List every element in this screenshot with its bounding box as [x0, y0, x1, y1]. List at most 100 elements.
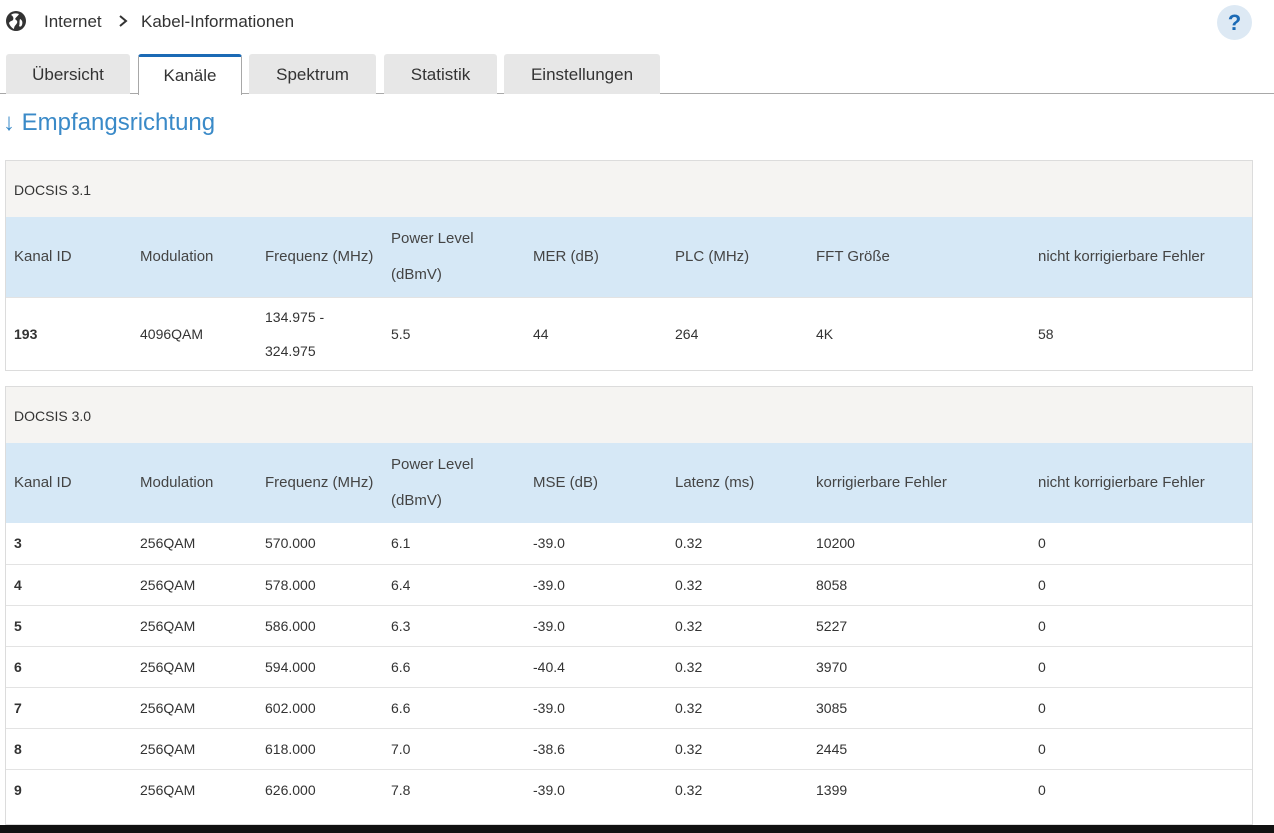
- cell-frequenz: 602.000: [265, 700, 316, 716]
- header-modulation: Modulation: [140, 248, 214, 265]
- globe-icon: [6, 11, 26, 31]
- cell-modulation: 256QAM: [140, 741, 196, 757]
- tab-spektrum[interactable]: Spektrum: [249, 54, 376, 94]
- table-header: Kanal ID Modulation Frequenz (MHz) Power…: [6, 443, 1252, 523]
- table-header: Kanal ID Modulation Frequenz (MHz) Power…: [6, 217, 1252, 297]
- docsis30-title: DOCSIS 3.0: [6, 386, 1252, 443]
- table-body: 3 256QAM 570.000 6.1 -39.0 0.32 10200 0 4 256QAM 5…: [6, 523, 1252, 810]
- cell-power: 6.1: [391, 535, 411, 551]
- header-power-line2: (dBmV): [391, 266, 442, 283]
- header-power-line1: Power Level: [391, 230, 474, 247]
- table-row: 4 256QAM 578.000 6.4 -39.0 0.32 8058 0: [6, 564, 1252, 605]
- cell-power: 6.6: [391, 700, 411, 716]
- header-frequenz: Frequenz (MHz): [265, 474, 374, 491]
- header-fft: FFT Größe: [816, 248, 890, 265]
- cell-nicht-korrigierbare-fehler: 0: [1038, 741, 1046, 757]
- table-row: 9 256QAM 626.000 7.8 -39.0 0.32 1399 0: [6, 769, 1252, 810]
- cell-mse: -39.0: [533, 700, 565, 716]
- cell-korrigierbare-fehler: 10200: [816, 535, 855, 551]
- cell-modulation: 256QAM: [140, 700, 196, 716]
- breadcrumb-current: Kabel-Informationen: [141, 12, 295, 31]
- cell-power: 6.4: [391, 577, 411, 593]
- cell-modulation: 256QAM: [140, 535, 196, 551]
- header-modulation: Modulation: [140, 474, 214, 491]
- cell-mse: -39.0: [533, 782, 565, 798]
- cell-power: 5.5: [391, 326, 411, 342]
- table-row: 7 256QAM 602.000 6.6 -39.0 0.32 3085 0: [6, 687, 1252, 728]
- cell-korrigierbare-fehler: 3085: [816, 700, 848, 716]
- cell-latenz: 0.32: [675, 782, 703, 798]
- header-power-line1: Power Level: [391, 456, 474, 473]
- header-power-level: Power Level (dBmV): [391, 447, 474, 519]
- cell-latenz: 0.32: [675, 700, 703, 716]
- cell-korrigierbare-fehler: 3970: [816, 659, 848, 675]
- cell-fft: 4K: [816, 326, 834, 342]
- cell-frequenz-line2: 324.975: [265, 343, 316, 359]
- tab-statistik[interactable]: Statistik: [384, 54, 497, 94]
- table-row: 8 256QAM 618.000 7.0 -38.6 0.32 2445 0: [6, 728, 1252, 769]
- cell-mer: 44: [533, 326, 549, 342]
- bottom-edge-bar: [0, 825, 1274, 833]
- cell-frequenz: 626.000: [265, 782, 316, 798]
- header-power-line2: (dBmV): [391, 492, 442, 509]
- cell-kanal-id: 7: [14, 700, 22, 716]
- header-mse: MSE (dB): [533, 474, 599, 491]
- cell-mse: -39.0: [533, 577, 565, 593]
- cell-kanal-id: 6: [14, 659, 22, 675]
- table-row: 6 256QAM 594.000 6.6 -40.4 0.32 3970 0: [6, 646, 1252, 687]
- cell-mse: -38.6: [533, 741, 565, 757]
- cell-nicht-korrigierbare-fehler: 0: [1038, 577, 1046, 593]
- cell-kanal-id: 9: [14, 782, 22, 798]
- cell-korrigierbare-fehler: 2445: [816, 741, 848, 757]
- cell-frequenz: 570.000: [265, 535, 316, 551]
- tab-kanaele[interactable]: Kanäle: [138, 54, 242, 95]
- cell-frequenz-line1: 134.975 -: [265, 309, 325, 325]
- cell-modulation: 256QAM: [140, 577, 196, 593]
- cell-power: 6.3: [391, 618, 411, 634]
- cell-modulation: 4096QAM: [140, 326, 204, 342]
- cell-latenz: 0.32: [675, 535, 703, 551]
- docsis31-table: DOCSIS 3.1 Kanal ID Modulation Frequenz …: [5, 160, 1253, 371]
- cell-nicht-korrigierbare-fehler: 0: [1038, 618, 1046, 634]
- header-nicht-korrigierbare-fehler: nicht korrigierbare Fehler: [1038, 248, 1205, 265]
- table-row: 5 256QAM 586.000 6.3 -39.0 0.32 5227 0: [6, 605, 1252, 646]
- cell-power: 7.0: [391, 741, 411, 757]
- cell-kanal-id: 5: [14, 618, 22, 634]
- tab-einstellungen[interactable]: Einstellungen: [504, 54, 660, 94]
- header-power-level: Power Level (dBmV): [391, 221, 474, 293]
- header-nicht-korrigierbare-fehler: nicht korrigierbare Fehler: [1038, 474, 1205, 491]
- cell-mse: -40.4: [533, 659, 565, 675]
- cell-nicht-korrigierbare-fehler: 58: [1038, 326, 1054, 342]
- cell-power: 7.8: [391, 782, 411, 798]
- tab-bar: Übersicht Kanäle Spektrum Statistik Eins…: [0, 54, 1274, 95]
- header-korrigierbare-fehler: korrigierbare Fehler: [816, 474, 947, 491]
- header-plc: PLC (MHz): [675, 248, 750, 265]
- cell-power: 6.6: [391, 659, 411, 675]
- header-kanal-id: Kanal ID: [14, 248, 72, 265]
- table-row: 3 256QAM 570.000 6.1 -39.0 0.32 10200 0: [6, 523, 1252, 564]
- cell-nicht-korrigierbare-fehler: 0: [1038, 782, 1046, 798]
- table-row: 193 4096QAM 134.975 - 324.975 5.5 44 264…: [6, 297, 1252, 370]
- section-title-text: Empfangsrichtung: [21, 109, 216, 136]
- docsis31-title: DOCSIS 3.1: [6, 160, 1252, 217]
- cell-latenz: 0.32: [675, 577, 703, 593]
- tab-uebersicht[interactable]: Übersicht: [6, 54, 130, 94]
- cell-kanal-id: 3: [14, 535, 22, 551]
- header-kanal-id: Kanal ID: [14, 474, 72, 491]
- cell-frequenz: 594.000: [265, 659, 316, 675]
- cell-frequenz: 134.975 - 324.975: [265, 300, 324, 368]
- header-latenz: Latenz (ms): [675, 474, 755, 491]
- arrow-down-icon: ↓: [3, 109, 15, 136]
- breadcrumb-root[interactable]: Internet: [44, 12, 102, 32]
- cell-latenz: 0.32: [675, 659, 703, 675]
- cell-latenz: 0.32: [675, 618, 703, 634]
- cell-frequenz: 586.000: [265, 618, 316, 634]
- cell-frequenz: 618.000: [265, 741, 316, 757]
- cell-kanal-id: 193: [14, 326, 38, 342]
- cell-nicht-korrigierbare-fehler: 0: [1038, 700, 1046, 716]
- section-title: ↓ Empfangsrichtung: [3, 109, 215, 137]
- help-button[interactable]: ?: [1217, 5, 1252, 40]
- cell-kanal-id: 8: [14, 741, 22, 757]
- docsis30-table: DOCSIS 3.0 Kanal ID Modulation Frequenz …: [5, 386, 1253, 825]
- cell-modulation: 256QAM: [140, 782, 196, 798]
